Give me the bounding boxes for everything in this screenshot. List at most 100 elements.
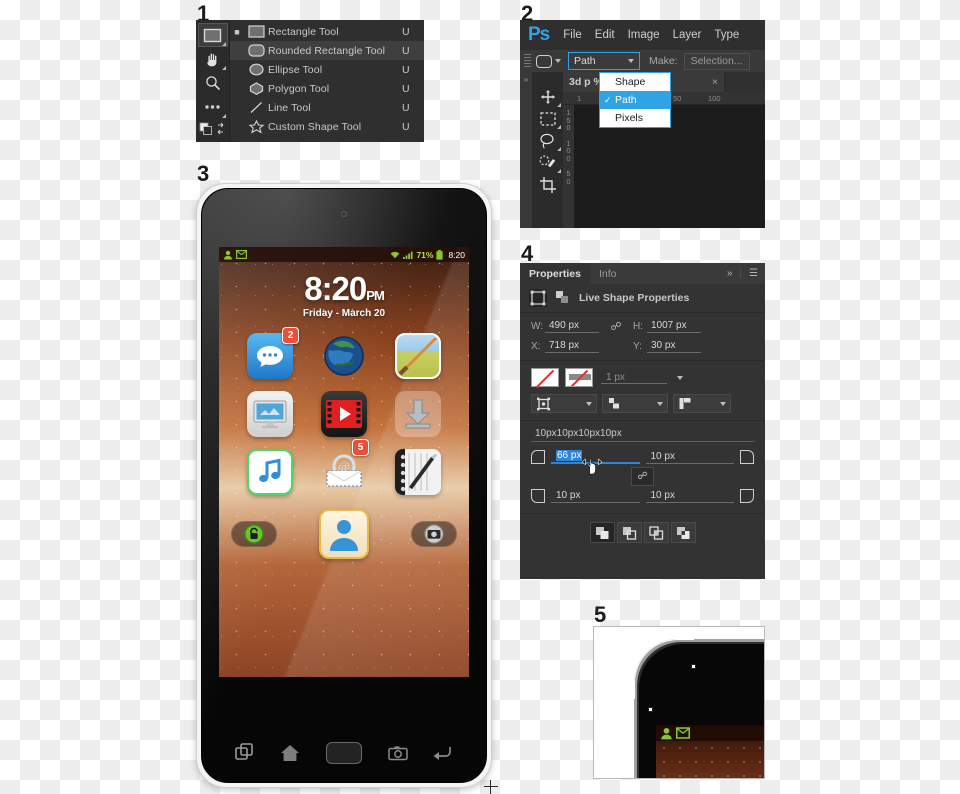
app-icon-notepad[interactable] [395, 449, 441, 495]
y-input[interactable]: 30 px [647, 340, 701, 353]
recents-icon[interactable] [234, 743, 255, 763]
lasso-tool-button[interactable] [533, 130, 563, 152]
width-input[interactable]: 490 px [545, 320, 599, 333]
top-corners-row: 66 px 10 px [531, 450, 754, 464]
tool-mode-dropdown-menu: Shape ✓ Path Pixels [599, 72, 671, 128]
app-icon-messages[interactable]: 2 [247, 327, 299, 379]
app-icon-browser[interactable] [321, 333, 367, 379]
chevron-down-icon[interactable] [555, 59, 561, 63]
panel-rectangle-tool-flyout: ■ Rectangle Tool U Rounded Rectangle Too… [196, 20, 424, 142]
camera-icon[interactable] [387, 745, 408, 761]
gallery-icon [398, 336, 438, 376]
crop-tool-button[interactable] [533, 174, 563, 196]
link-icon[interactable]: ☍ [599, 320, 633, 333]
rectangular-marquee-icon [539, 112, 556, 126]
hand-tool-button[interactable] [198, 47, 228, 71]
ellipsis-icon [205, 105, 220, 109]
menu-edit[interactable]: Edit [595, 29, 615, 41]
app-icon-monitor[interactable] [247, 391, 293, 437]
menu-image[interactable]: Image [628, 29, 660, 41]
options-bar-grip-icon[interactable] [524, 54, 531, 68]
home-button[interactable] [325, 742, 362, 764]
dropdown-option-path[interactable]: ✓ Path [600, 91, 670, 109]
flyout-item-polygon-tool[interactable]: Polygon Tool U [230, 79, 424, 98]
zoom-tool-button[interactable] [198, 71, 228, 95]
check-icon: ✓ [604, 94, 612, 105]
exclude-overlapping-shapes-button[interactable] [670, 522, 696, 543]
chevron-down-icon[interactable] [677, 375, 683, 380]
app-icon-video-player[interactable] [321, 391, 367, 437]
ruler-tick-label: 50 [673, 94, 682, 103]
ruler-tick-label: 150 [566, 108, 571, 132]
link-corners-button[interactable]: ☍ [631, 467, 654, 486]
flyout-item-shortcut: U [402, 25, 410, 38]
flyout-item-rectangle-tool[interactable]: ■ Rectangle Tool U [230, 22, 424, 41]
fill-none-swatch[interactable] [531, 368, 559, 389]
collapse-panel-button[interactable]: » [520, 72, 532, 228]
subtract-front-shape-icon [622, 526, 636, 540]
tab-info[interactable]: Info [590, 263, 626, 284]
clock-date: Friday - March 20 [302, 308, 386, 319]
top-right-radius-input[interactable]: 10 px [645, 451, 734, 464]
edit-toolbar-button[interactable] [198, 95, 228, 119]
make-selection-button[interactable]: Selection... [683, 52, 750, 70]
contacts-icon [661, 727, 672, 739]
phone-corner-screen [656, 725, 764, 778]
x-label: X: [531, 341, 541, 352]
browser-globe-icon [324, 336, 364, 376]
stroke-swatch[interactable] [565, 368, 593, 387]
tool-mode-select[interactable]: Path [568, 52, 640, 70]
camera-shortcut-button[interactable] [411, 521, 457, 547]
stroke-width-input[interactable]: 1 px [601, 372, 667, 384]
stroke-align-dropdown[interactable] [602, 394, 668, 413]
app-icon-email[interactable]: @ 5 [321, 439, 369, 495]
divider: | [739, 268, 743, 279]
intersect-shapes-button[interactable] [643, 522, 669, 543]
menu-file[interactable]: File [563, 29, 582, 41]
dock-row [219, 509, 469, 559]
quick-selection-tool-button[interactable] [533, 152, 563, 174]
bottom-left-radius-input[interactable]: 10 px [551, 490, 640, 503]
flyout-item-line-tool[interactable]: Line Tool U [230, 98, 424, 117]
x-y-row: X: 718 px Y: 30 px [531, 340, 754, 353]
app-icon-music[interactable] [247, 449, 293, 495]
unlock-button[interactable] [231, 521, 277, 547]
color-swatches-button[interactable] [198, 119, 228, 139]
marquee-tool-button[interactable] [533, 108, 563, 130]
dropdown-option-pixels[interactable]: Pixels [600, 109, 670, 127]
move-tool-button[interactable] [533, 86, 563, 108]
top-left-radius-input[interactable]: 66 px [551, 450, 640, 464]
stroke-caps-dropdown[interactable] [673, 394, 731, 413]
subtract-front-shape-button[interactable] [616, 522, 642, 543]
back-icon[interactable] [433, 745, 453, 761]
collapse-icon[interactable]: » [727, 268, 733, 279]
stroke-type-dropdown[interactable] [531, 394, 597, 413]
rectangle-tool-button[interactable] [197, 23, 228, 47]
anchor-point-left[interactable] [648, 707, 653, 712]
fill-stroke-row: 1 px [531, 368, 754, 389]
corner-radius-summary[interactable]: 10px10px10px10px [531, 428, 754, 442]
menu-type[interactable]: Type [714, 29, 739, 41]
bottom-right-radius-input[interactable]: 10 px [645, 490, 734, 503]
close-icon[interactable]: × [712, 76, 718, 88]
dropdown-option-label: Shape [615, 76, 646, 88]
tab-properties[interactable]: Properties [520, 263, 590, 284]
height-input[interactable]: 1007 px [647, 320, 701, 333]
ruler-tick-label: 100 [566, 138, 571, 163]
menu-layer[interactable]: Layer [673, 29, 702, 41]
home-icon[interactable] [280, 744, 300, 762]
combine-shapes-button[interactable] [589, 522, 615, 543]
tool-expand-triangle-icon [221, 66, 226, 70]
panel-menu-icon[interactable]: ☰ [749, 268, 758, 279]
anchor-point-top[interactable] [691, 664, 696, 669]
app-icon-gallery[interactable] [395, 333, 441, 379]
x-input[interactable]: 718 px [545, 340, 599, 353]
home-screen-app-grid: 2 @ 5 [219, 327, 469, 495]
dropdown-option-shape[interactable]: Shape [600, 73, 670, 91]
flyout-item-ellipse-tool[interactable]: Ellipse Tool U [230, 60, 424, 79]
app-icon-contacts[interactable] [319, 509, 369, 559]
flyout-item-custom-shape-tool[interactable]: Custom Shape Tool U [230, 117, 424, 136]
flyout-item-rounded-rectangle-tool[interactable]: Rounded Rectangle Tool U [230, 41, 424, 60]
app-icon-downloads[interactable] [395, 391, 441, 437]
chevron-down-icon [586, 401, 592, 406]
